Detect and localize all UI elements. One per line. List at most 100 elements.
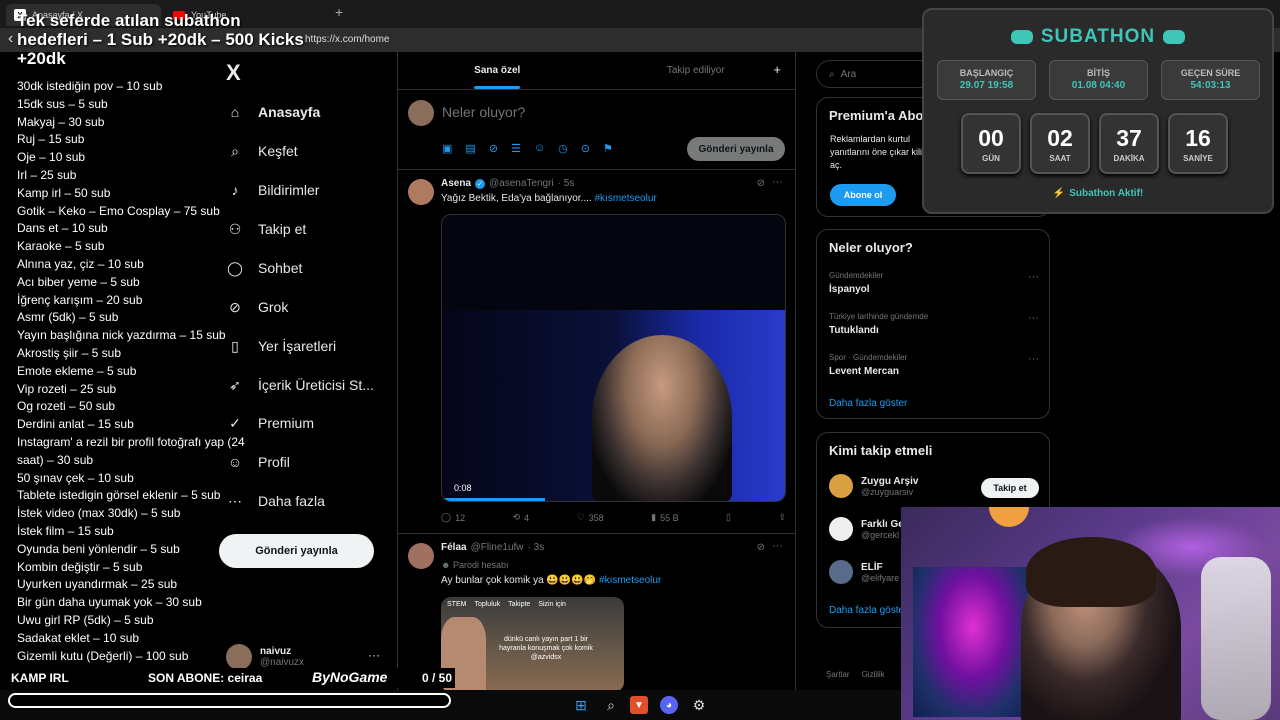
grok-icon[interactable]: ⊘ (757, 542, 765, 553)
nav-label: Keşfet (258, 143, 298, 159)
start-box: BAŞLANGIÇ 29.07 19:58 (937, 60, 1036, 100)
who-to-follow-title: Kimi takip etmeli (829, 443, 933, 458)
suggestion-name: Farklı Ge (861, 518, 904, 530)
goal-item: Asmr (5dk) – 5 sub (17, 310, 119, 325)
video-progress[interactable] (442, 498, 545, 501)
bookmark-button[interactable]: ▯ (726, 512, 731, 523)
follow-button[interactable]: Takip et (981, 478, 1039, 498)
suggestion-handle: @zuyguarsiv (861, 486, 914, 497)
windows-start-icon[interactable]: ⊞ (572, 696, 590, 714)
show-more-link[interactable]: Daha fazla göster (829, 398, 907, 409)
goal-item: Alnına yaz, çiz – 10 sub (17, 256, 144, 271)
trend-name: Levent Mercan (829, 366, 900, 377)
trend-item[interactable]: Gündemdekiler İspanyol ··· (829, 271, 1039, 295)
like-button[interactable]: ♡ 358 (577, 512, 604, 523)
account-more-icon[interactable]: ··· (368, 648, 380, 662)
nav-label: Anasayfa (258, 104, 321, 120)
goal-item: Acı biber yeme – 5 sub (17, 274, 140, 289)
bolt-icon: ⚡ (1052, 188, 1066, 199)
gif-icon[interactable]: ▤ (465, 142, 475, 155)
nav-label: Bildirimler (258, 182, 320, 198)
avatar (408, 100, 434, 126)
hashtag-link[interactable]: #kısmetseolur (594, 193, 656, 204)
share-button[interactable]: ⇪ (778, 512, 786, 523)
compose-post-button[interactable]: Gönderi yayınla (687, 137, 785, 161)
compose-input[interactable]: Neler oluyor? (442, 104, 525, 120)
schedule-icon[interactable]: ◷ (558, 142, 568, 155)
new-tab-button[interactable]: + (335, 4, 343, 20)
compose-tools: ▣ ▤ ⊘ ☰ ☺ ◷ ⊙ ⚑ (442, 142, 613, 155)
goal-progress-text: 0 / 50 (422, 671, 453, 685)
trend-item[interactable]: Türkiye tarihinde gündemde Tutuklandı ··… (829, 312, 1039, 336)
tweet-author[interactable]: Félaa (441, 542, 467, 553)
add-tab-icon[interactable]: + (773, 62, 781, 77)
more-icon[interactable]: ··· (1028, 312, 1039, 324)
timeline-tabs: Sana özel Takip ediliyor + (398, 52, 795, 90)
url-field[interactable]: https://x.com/home (305, 34, 389, 45)
trend-name: Tutuklandı (829, 325, 879, 336)
footer-link[interactable]: Şartlar (826, 670, 850, 679)
parody-icon: ☻ (441, 560, 451, 570)
tab-following[interactable]: Takip ediliyor (597, 52, 796, 89)
tab-for-you[interactable]: Sana özel (398, 52, 597, 89)
nav-label: Profil (258, 454, 290, 470)
suggestion-name: Zuygu Arşiv (861, 475, 919, 487)
more-icon[interactable]: ··· (772, 176, 783, 188)
goal-item: Oje – 10 sub (17, 150, 86, 165)
brave-icon[interactable]: ▼ (630, 696, 648, 714)
tweet-image[interactable]: STEM Topluluk Takipte Sizin için dünkü c… (441, 597, 624, 692)
tweet-text-body: Yağız Bektik, Eda'ya bağlanıyor.... (441, 193, 592, 204)
nav-label: Yer İşaretleri (258, 338, 337, 354)
countdown-unit: SAAT (1049, 154, 1071, 163)
share-icon: ⇪ (778, 512, 786, 522)
retweet-button[interactable]: ⟲ 4 (513, 512, 530, 523)
back-icon[interactable]: ‹ (8, 30, 13, 48)
tweet[interactable]: Asena ✓ @asenaTengri · 5s ⊘ ··· Yağız Be… (398, 171, 795, 534)
reply-button[interactable]: ◯ 12 (441, 512, 465, 523)
reply-icon: ◯ (441, 512, 452, 522)
tweet-handle[interactable]: @Fline1ufw (471, 542, 524, 553)
tweet-handle[interactable]: @asenaTengri (489, 178, 554, 189)
hashtag-link[interactable]: #kısmetseolur (599, 575, 661, 586)
footer-links: Şartlar Gizlilik (826, 670, 885, 679)
more-icon[interactable]: ··· (1028, 271, 1039, 283)
goal-item: Kamp irl – 50 sub (17, 185, 111, 200)
image-icon[interactable]: ▣ (442, 142, 452, 155)
more-icon[interactable]: ··· (772, 540, 783, 552)
goal-item: Gotik – Keko – Emo Cosplay – 75 sub (17, 203, 220, 218)
tweet-author[interactable]: Asena (441, 178, 471, 189)
footer-link[interactable]: Gizlilik (862, 670, 885, 679)
tweet-time: · 5s (557, 178, 575, 189)
last-subscriber: SON ABONE: ceiraa (148, 671, 263, 685)
goal-item: Akrostiş şiir – 5 sub (17, 345, 122, 360)
nav-item-creator-studio[interactable]: ➶ İçerik Üreticisi St... (226, 370, 374, 400)
tweet-header: Asena ✓ @asenaTengri · 5s (441, 178, 574, 189)
goal-item: Bir gün daha uyumak yok – 30 sub (17, 595, 202, 610)
nav-label: Sohbet (258, 260, 303, 276)
grok-icon[interactable]: ⊘ (489, 142, 498, 155)
suggestion-handle: @gercekl (861, 529, 900, 540)
views-button[interactable]: ▮ 55 B (651, 512, 678, 523)
timeline: Sana özel Takip ediliyor + Neler oluyor?… (397, 52, 796, 692)
discord-icon[interactable]: ◕ (660, 696, 678, 714)
tweet-video[interactable]: 0:08 (441, 214, 786, 502)
more-icon[interactable]: ··· (1028, 353, 1039, 365)
stream-bottom-bar: KAMP IRL SON ABONE: ceiraa ByNoGame 0 / … (0, 668, 455, 688)
like-count: 358 (588, 512, 604, 523)
flag-icon[interactable]: ⚑ (603, 142, 613, 155)
grok-icon[interactable]: ⊘ (757, 178, 765, 189)
goal-item: İğrenç karışım – 20 sub (17, 292, 143, 307)
goal-item: Oyunda beni yönlendir – 5 sub (17, 541, 180, 556)
follow-suggestion[interactable]: Zuygu Arşiv @zuyguarsiv Takip et (829, 474, 1039, 498)
poll-icon[interactable]: ☰ (511, 142, 521, 155)
search-icon[interactable]: ⌕ (602, 696, 620, 714)
goal-item: Uwu girl RP (5dk) – 5 sub (17, 612, 154, 627)
show-more-link[interactable]: Daha fazla göste (829, 605, 904, 616)
emoji-icon[interactable]: ☺ (534, 142, 545, 155)
location-icon[interactable]: ⊙ (581, 142, 590, 155)
tweet[interactable]: Félaa @Fline1ufw · 3s ⊘ ··· ☻ Parodi hes… (398, 535, 795, 692)
trend-item[interactable]: Spor · Gündemdekiler Levent Mercan ··· (829, 353, 1039, 377)
countdown-number: 00 (978, 125, 1004, 151)
settings-icon[interactable]: ⚙ (690, 696, 708, 714)
subscribe-button[interactable]: Abone ol (830, 184, 896, 206)
